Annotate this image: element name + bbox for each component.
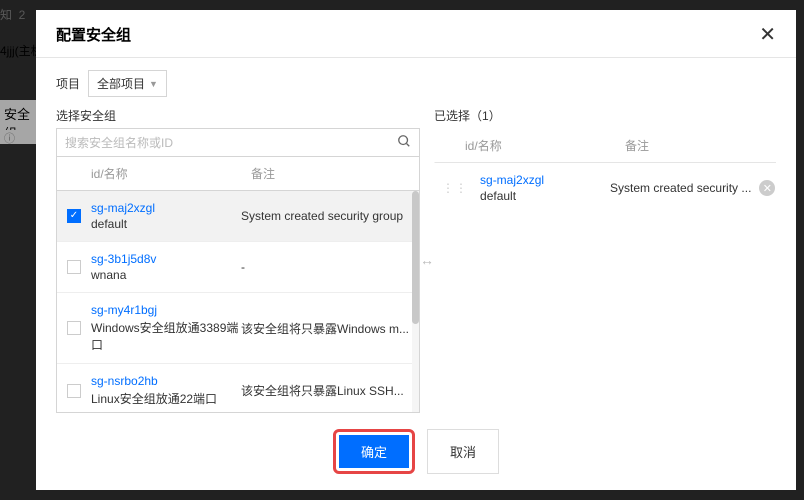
sg-label: default [91, 217, 241, 231]
project-select[interactable]: 全部项目 ▼ [88, 70, 167, 97]
list-item[interactable]: sg-my4r1bgj Windows安全组放通3389端口 该安全组将只暴露W… [57, 293, 419, 364]
sg-label: wnana [91, 268, 241, 282]
selected-list-body: ⋮⋮ sg-maj2xzgl default System created se… [434, 163, 776, 413]
configure-security-group-modal: 配置安全组 ✕ 项目 全部项目 ▼ 选择安全组 id/名称 [36, 10, 796, 490]
sg-id-link[interactable]: sg-maj2xzgl [91, 201, 241, 215]
col-header-remark: 备注 [625, 137, 772, 154]
checkbox[interactable] [67, 260, 81, 274]
col-header-remark: 备注 [251, 165, 409, 182]
available-panel-title: 选择安全组 [56, 107, 420, 124]
cancel-button[interactable]: 取消 [427, 429, 499, 474]
modal-footer: 确定 取消 [36, 417, 796, 490]
sg-remark: System created security group [241, 209, 409, 223]
confirm-button[interactable]: 确定 [339, 435, 409, 468]
col-header-name: id/名称 [465, 137, 625, 154]
close-icon: ✕ [759, 24, 776, 46]
transfer-divider: ↔ [420, 107, 434, 413]
checkbox[interactable] [67, 321, 81, 335]
available-list-header: id/名称 备注 [56, 157, 420, 191]
modal-title: 配置安全组 [56, 24, 131, 45]
search-box [56, 128, 420, 157]
project-select-value: 全部项目 [97, 75, 145, 92]
modal-body: 项目 全部项目 ▼ 选择安全组 id/名称 备注 [36, 58, 796, 417]
sg-remark: - [241, 260, 409, 274]
checkbox[interactable]: ✓ [67, 209, 81, 223]
search-input[interactable] [65, 136, 397, 150]
transfer-container: 选择安全组 id/名称 备注 ✓ sg-maj2xzgl [56, 107, 776, 413]
project-selector-row: 项目 全部项目 ▼ [56, 70, 776, 97]
scrollbar[interactable] [412, 191, 419, 412]
sg-label: default [480, 189, 610, 203]
sg-remark: System created security ... [610, 181, 759, 195]
list-item[interactable]: ✓ sg-maj2xzgl default System created sec… [57, 191, 419, 242]
close-button[interactable]: ✕ [759, 25, 776, 45]
swap-arrow-icon: ↔ [420, 252, 434, 268]
sg-label: Linux安全组放通22端口 [91, 390, 241, 407]
list-item[interactable]: sg-nsrbo2hb Linux安全组放通22端口 该安全组将只暴露Linux… [57, 364, 419, 413]
modal-header: 配置安全组 ✕ [36, 10, 796, 58]
project-label: 项目 [56, 75, 80, 92]
remove-button[interactable]: ✕ [759, 180, 775, 196]
available-panel: 选择安全组 id/名称 备注 ✓ sg-maj2xzgl [56, 107, 420, 413]
col-header-name: id/名称 [91, 165, 251, 182]
sg-remark: 该安全组将只暴露Linux SSH... [241, 382, 409, 399]
confirm-highlight: 确定 [333, 429, 415, 474]
sg-remark: 该安全组将只暴露Windows m... [241, 320, 409, 337]
remove-icon: ✕ [763, 182, 772, 195]
sg-id-link[interactable]: sg-my4r1bgj [91, 303, 241, 317]
caret-down-icon: ▼ [149, 79, 158, 89]
sg-id-link[interactable]: sg-nsrbo2hb [91, 374, 241, 388]
sg-id-link[interactable]: sg-maj2xzgl [480, 173, 610, 187]
selected-item: ⋮⋮ sg-maj2xzgl default System created se… [434, 163, 776, 214]
search-icon[interactable] [397, 134, 411, 151]
drag-handle-icon[interactable]: ⋮⋮ [442, 181, 468, 195]
selected-list-header: id/名称 备注 [434, 128, 776, 163]
checkbox[interactable] [67, 384, 81, 398]
available-list-body: ✓ sg-maj2xzgl default System created sec… [56, 191, 420, 413]
selected-panel-title: 已选择（1） [434, 107, 776, 124]
list-item[interactable]: sg-3b1j5d8v wnana - [57, 242, 419, 293]
sg-label: Windows安全组放通3389端口 [91, 319, 241, 353]
selected-panel: 已选择（1） id/名称 备注 ⋮⋮ sg-maj2xzgl default S… [434, 107, 776, 413]
sg-id-link[interactable]: sg-3b1j5d8v [91, 252, 241, 266]
